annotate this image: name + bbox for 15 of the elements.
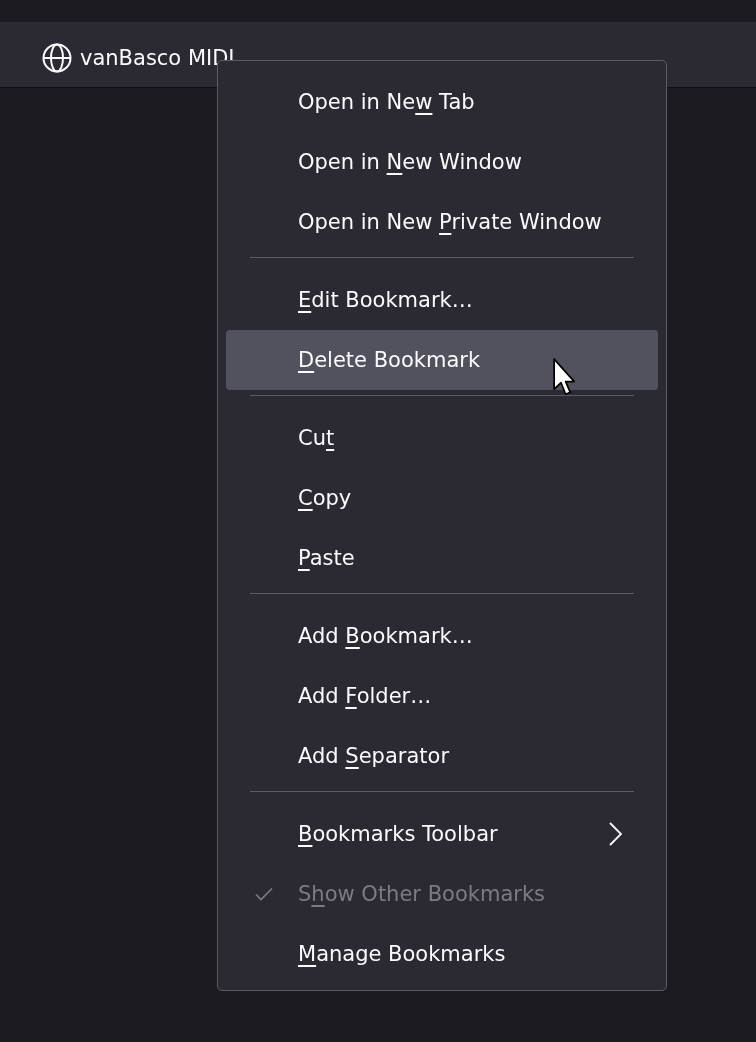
menu-item[interactable]: Add Bookmark… (226, 606, 658, 666)
menu-item[interactable]: Add Folder… (226, 666, 658, 726)
globe-icon (42, 42, 72, 73)
menu-item[interactable]: Manage Bookmarks (226, 924, 658, 984)
mouse-pointer-icon (553, 358, 576, 396)
menu-item[interactable]: Open in New Window (226, 132, 658, 192)
menu-item[interactable]: Bookmarks Toolbar (226, 804, 658, 864)
menu-item[interactable]: Cut (226, 408, 658, 468)
menu-item[interactable]: Add Separator (226, 726, 658, 786)
menu-item[interactable]: Paste (226, 528, 658, 588)
menu-item[interactable]: Edit Bookmark… (226, 270, 658, 330)
menu-item: Show Other Bookmarks (226, 864, 658, 924)
menu-item[interactable]: Copy (226, 468, 658, 528)
menu-item[interactable]: Open in New Private Window (226, 192, 658, 252)
menu-item[interactable]: Open in New Tab (226, 72, 658, 132)
